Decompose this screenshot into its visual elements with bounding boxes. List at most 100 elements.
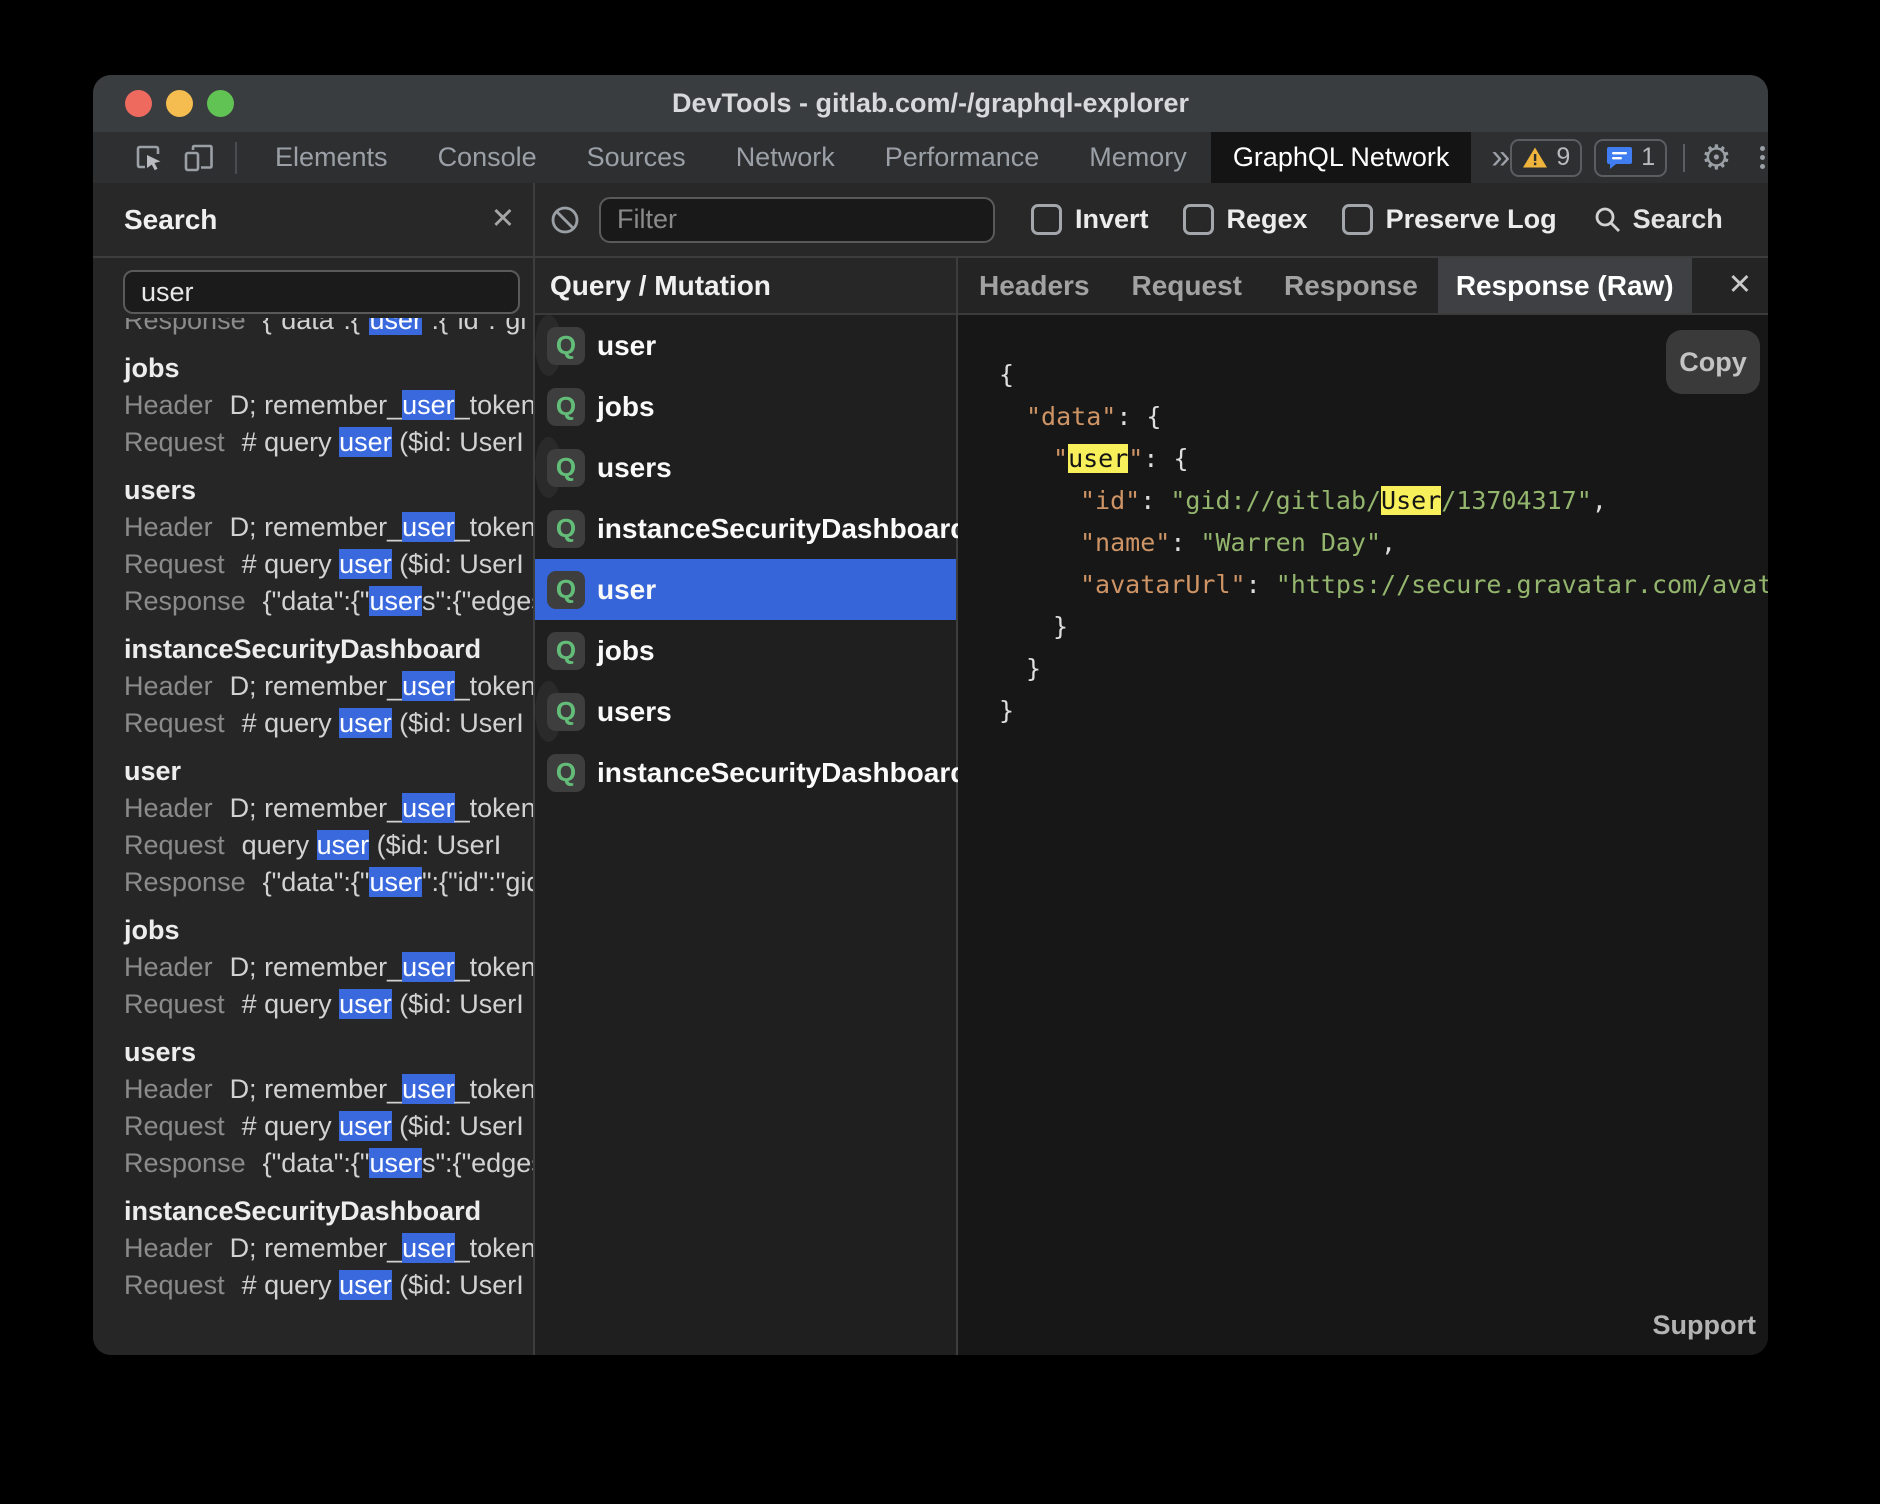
result-line-text: ($id: UserI bbox=[392, 549, 524, 579]
search-input[interactable] bbox=[123, 270, 520, 314]
search-result-line[interactable]: Response{"data":{"user":{"id":"gid bbox=[93, 864, 533, 901]
search-result-line[interactable]: Request# query user ($id: UserI bbox=[93, 705, 533, 742]
result-line-label: Request bbox=[124, 1270, 225, 1300]
search-result-line[interactable]: HeaderD; remember_user_token=e bbox=[93, 509, 533, 546]
result-line-label: Header bbox=[124, 793, 213, 823]
toolbar-tabs: Elements Console Sources Network Performance… bbox=[275, 142, 1187, 173]
search-result-line[interactable]: Response{"data":{"users":{"edges bbox=[93, 1145, 533, 1182]
json-token: "Warren Day" bbox=[1200, 528, 1381, 557]
search-result-line[interactable]: Request# query user ($id: UserI bbox=[93, 546, 533, 583]
search-match-highlight: user bbox=[317, 830, 370, 860]
search-result-line[interactable]: HeaderD; remember_user_token=e bbox=[93, 949, 533, 986]
search-result-line[interactable]: HeaderD; remember_user_token=e bbox=[93, 387, 533, 424]
search-result-line[interactable]: HeaderD; remember_user_token=e bbox=[93, 1071, 533, 1108]
search-result-operation[interactable]: user bbox=[93, 753, 533, 790]
issues-badge[interactable]: 1 bbox=[1594, 139, 1667, 177]
search-match-highlight: user bbox=[339, 549, 392, 579]
close-window-button[interactable] bbox=[125, 90, 152, 117]
detail-tab-request[interactable]: Request bbox=[1132, 270, 1242, 302]
support-link[interactable]: Support bbox=[1653, 1310, 1756, 1341]
query-list-item-users[interactable]: Qusers bbox=[535, 437, 562, 498]
close-detail-icon[interactable]: ✕ bbox=[1728, 258, 1752, 313]
json-token: " bbox=[1053, 444, 1068, 473]
search-result-line[interactable]: Response{"data":{"users":{"edges bbox=[93, 583, 533, 620]
result-line-text: _token=e bbox=[455, 952, 533, 982]
filter-input[interactable] bbox=[599, 197, 995, 243]
result-line-text: # query bbox=[242, 549, 340, 579]
tab-graphql-network[interactable]: GraphQL Network bbox=[1211, 132, 1472, 183]
search-match-highlight: user bbox=[402, 1233, 455, 1263]
search-result-line[interactable]: Request# query user ($id: UserI bbox=[93, 1267, 533, 1304]
toolbar-tab-sources[interactable]: Sources bbox=[587, 142, 686, 173]
search-toggle-label[interactable]: Search bbox=[1633, 204, 1723, 235]
checkbox-invert[interactable]: Invert bbox=[1031, 204, 1149, 235]
search-result-line[interactable]: Request# query user ($id: UserI bbox=[93, 986, 533, 1023]
result-line-text: {"data":{" bbox=[263, 1148, 370, 1178]
fullscreen-window-button[interactable] bbox=[207, 90, 234, 117]
device-toolbar-icon[interactable] bbox=[181, 142, 217, 174]
search-result-line[interactable]: Request# query user ($id: UserI bbox=[93, 1108, 533, 1145]
query-list-item-users[interactable]: Qusers bbox=[535, 681, 562, 742]
result-line-text: # query bbox=[242, 1270, 340, 1300]
toolbar-tab-elements[interactable]: Elements bbox=[275, 142, 388, 173]
query-list-item-user[interactable]: Quser bbox=[535, 315, 562, 376]
search-icon[interactable] bbox=[1593, 205, 1623, 235]
result-line-text: _token=e bbox=[455, 1233, 533, 1263]
query-list-item-instancesecuritydashboard[interactable]: QinstanceSecurityDashboard bbox=[535, 742, 956, 803]
query-list-item-jobs[interactable]: Qjobs bbox=[535, 376, 956, 437]
search-match-highlight: user bbox=[402, 671, 455, 701]
result-line-label: Response bbox=[124, 586, 246, 616]
result-line-label: Request bbox=[124, 427, 225, 457]
json-line: "user": { bbox=[999, 438, 1768, 480]
result-line-text: _token=e bbox=[455, 512, 533, 542]
search-result-operation[interactable]: jobs bbox=[93, 350, 533, 387]
more-options-icon[interactable] bbox=[1754, 146, 1768, 169]
search-result-operation[interactable]: instanceSecurityDashboard bbox=[93, 631, 533, 668]
detail-tab-response[interactable]: Response bbox=[1284, 270, 1418, 302]
checkbox-preserve-log[interactable]: Preserve Log bbox=[1342, 204, 1557, 235]
search-result-line[interactable]: HeaderD; remember_user_token=e bbox=[93, 668, 533, 705]
search-result-line[interactable]: Response{"data":{"user":{"id":"gi bbox=[93, 318, 533, 339]
search-results: Response{"data":{"user":{"id":"gijobsHea… bbox=[93, 318, 533, 1355]
search-result-operation[interactable]: jobs bbox=[93, 912, 533, 949]
toolbar-tab-performance[interactable]: Performance bbox=[885, 142, 1040, 173]
toolbar-tab-network[interactable]: Network bbox=[736, 142, 835, 173]
search-result-group: instanceSecurityDashboardHeaderD; rememb… bbox=[93, 631, 533, 742]
close-search-panel-icon[interactable]: ✕ bbox=[491, 183, 515, 256]
toolbar-tab-memory[interactable]: Memory bbox=[1089, 142, 1187, 173]
result-line-text: D; remember_ bbox=[230, 952, 403, 982]
search-result-line[interactable]: Request# query user ($id: UserI bbox=[93, 424, 533, 461]
query-list-item-user[interactable]: Quser bbox=[535, 559, 956, 620]
toolbar-tab-console[interactable]: Console bbox=[438, 142, 537, 173]
search-result-operation[interactable]: users bbox=[93, 1034, 533, 1071]
search-panel-header: Search ✕ bbox=[93, 183, 533, 256]
detail-tab-headers[interactable]: Headers bbox=[979, 270, 1090, 302]
query-label: user bbox=[597, 574, 656, 606]
more-panels-icon[interactable]: » bbox=[1491, 132, 1510, 183]
result-line-text: # query bbox=[242, 427, 340, 457]
query-label: user bbox=[597, 330, 656, 362]
detail-tab-response-raw-[interactable]: Response (Raw) bbox=[1438, 258, 1692, 313]
checkbox-regex[interactable]: Regex bbox=[1183, 204, 1308, 235]
result-line-label: Request bbox=[124, 1111, 225, 1141]
warnings-badge[interactable]: 9 bbox=[1510, 139, 1582, 177]
minimize-window-button[interactable] bbox=[166, 90, 193, 117]
response-raw-json: {"data": {"user": {"id": "gid://gitlab/U… bbox=[999, 354, 1768, 732]
json-token: : bbox=[1170, 528, 1200, 557]
query-list-item-jobs[interactable]: Qjobs bbox=[535, 620, 956, 681]
search-result-line[interactable]: Requestquery user ($id: UserI bbox=[93, 827, 533, 864]
result-line-text: s":{"edges bbox=[422, 586, 533, 616]
clear-requests-icon[interactable] bbox=[549, 204, 581, 236]
inspect-element-icon[interactable] bbox=[133, 142, 165, 174]
result-line-label: Request bbox=[124, 708, 225, 738]
devtools-window: DevTools - gitlab.com/-/graphql-explorer… bbox=[93, 75, 1768, 1355]
settings-gear-icon[interactable]: ⚙ bbox=[1701, 141, 1731, 175]
search-result-line[interactable]: HeaderD; remember_user_token=e bbox=[93, 790, 533, 827]
search-result-operation[interactable]: instanceSecurityDashboard bbox=[93, 1193, 533, 1230]
query-list-item-instancesecuritydashboard[interactable]: QinstanceSecurityDashboard bbox=[535, 498, 956, 559]
search-result-group: Response{"data":{"user":{"id":"gi bbox=[93, 318, 533, 339]
json-token: "name" bbox=[1080, 528, 1170, 557]
search-result-line[interactable]: HeaderD; remember_user_token=e bbox=[93, 1230, 533, 1267]
json-token: /13704317" bbox=[1441, 486, 1592, 515]
search-result-operation[interactable]: users bbox=[93, 472, 533, 509]
